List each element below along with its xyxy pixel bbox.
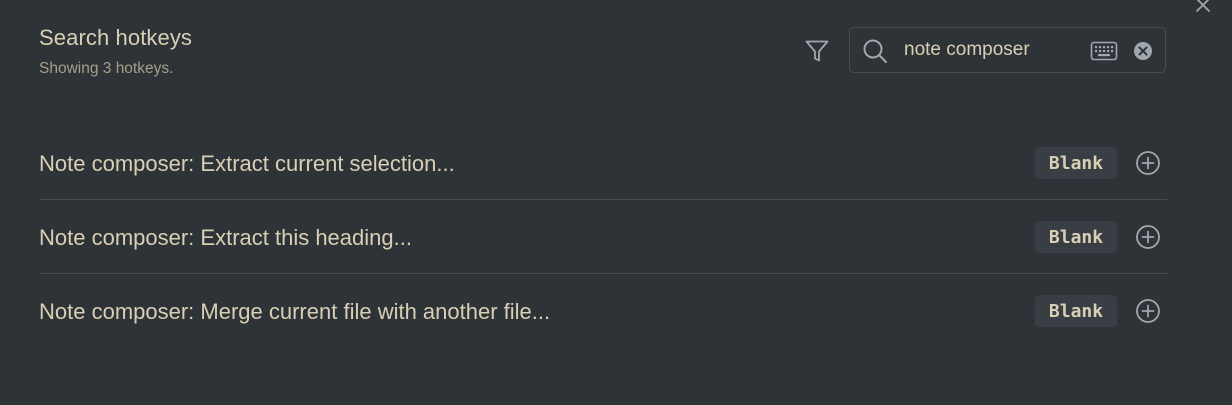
add-icon[interactable] bbox=[1135, 224, 1161, 250]
search-box bbox=[849, 27, 1166, 73]
hotkey-list: Note composer: Extract current selection… bbox=[39, 126, 1167, 348]
hotkey-row: Note composer: Extract current selection… bbox=[39, 126, 1167, 200]
clear-icon[interactable] bbox=[1133, 41, 1153, 61]
add-icon[interactable] bbox=[1135, 150, 1161, 176]
filter-icon bbox=[805, 40, 829, 62]
close-button[interactable] bbox=[1190, 0, 1216, 16]
search-input[interactable] bbox=[904, 36, 1079, 64]
page-title: Search hotkeys bbox=[39, 25, 193, 50]
add-icon[interactable] bbox=[1135, 298, 1161, 324]
hotkey-row: Note composer: Merge current file with a… bbox=[39, 274, 1167, 348]
hotkey-badge: Blank bbox=[1035, 295, 1117, 327]
hotkey-badge: Blank bbox=[1035, 221, 1117, 253]
command-name: Note composer: Extract this heading... bbox=[39, 225, 412, 250]
command-name: Note composer: Extract current selection… bbox=[39, 151, 455, 176]
filter-button[interactable] bbox=[801, 35, 833, 67]
hotkeys-settings-pane: Search hotkeys Showing 3 hotkeys. note c… bbox=[0, 0, 1232, 405]
search-icon bbox=[863, 39, 887, 63]
command-name: Note composer: Merge current file with a… bbox=[39, 299, 551, 324]
hotkey-count: Showing 3 hotkeys. bbox=[39, 60, 174, 77]
close-icon bbox=[1196, 0, 1210, 12]
hotkey-badge: Blank bbox=[1035, 147, 1117, 179]
hotkey-row: Note composer: Extract this heading... B… bbox=[39, 200, 1167, 274]
keyboard-icon[interactable] bbox=[1090, 40, 1118, 62]
